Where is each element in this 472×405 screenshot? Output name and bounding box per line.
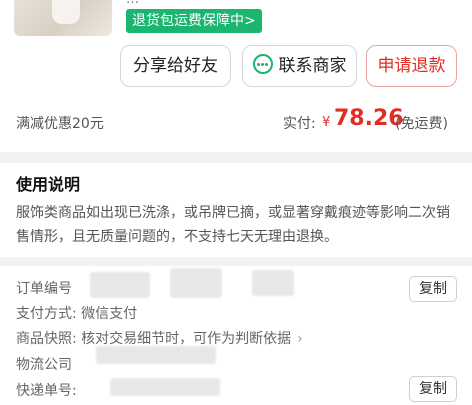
copy-order-number-button[interactable]: 复制 [409, 276, 457, 302]
snapshot-label: 商品快照: [16, 331, 77, 347]
copy-tracking-number-button[interactable]: 复制 [409, 376, 457, 402]
instructions-text: 服饰类商品如出现已洗涤，或吊牌已摘，或显著穿戴痕迹等影响二次销售情形，且无质量问… [16, 205, 450, 245]
apply-refund-button[interactable]: 申请退款 [366, 45, 457, 87]
payment-method-row: 支付方式: 微信支付 [16, 303, 137, 323]
logistics-company-label: 物流公司 [16, 357, 72, 373]
product-title[interactable]: … [126, 0, 139, 7]
freight-note: (免运费) [395, 116, 448, 132]
chevron-right-icon: › [297, 331, 303, 347]
usage-instructions-card: 使用说明 服饰类商品如出现已洗涤，或吊牌已摘，或显著穿戴痕迹等影响二次销售情形，… [0, 163, 472, 257]
order-number-redacted [252, 270, 294, 296]
instructions-title: 使用说明 [16, 175, 81, 194]
product-thumbnail[interactable] [14, 0, 112, 36]
order-number-label: 订单编号 [16, 281, 72, 297]
product-snapshot-row[interactable]: 商品快照: 核对交易细节时，可作为判断依据 › [16, 328, 303, 348]
contact-merchant-label: 联系商家 [278, 56, 347, 76]
currency-symbol: ¥ [322, 115, 331, 130]
chat-icon [252, 54, 273, 74]
contact-merchant-button[interactable]: 联系商家 [242, 45, 357, 87]
order-number-redacted [170, 268, 222, 298]
share-to-friend-button[interactable]: 分享给好友 [120, 45, 231, 87]
return-shipping-guarantee-badge[interactable]: 退货包运费保障中> [126, 9, 262, 33]
snapshot-value: 核对交易细节时，可作为判断依据 [81, 331, 292, 347]
order-number-redacted [90, 272, 150, 298]
logistics-company-redacted [96, 346, 216, 364]
payment-method-label: 支付方式: [16, 306, 77, 322]
discount-text: 满减优惠20元 [16, 116, 104, 132]
paid-amount: 78.26 [334, 106, 404, 131]
paid-label: 实付: [283, 116, 316, 132]
tracking-number-redacted [110, 378, 220, 396]
payment-method-value: 微信支付 [81, 306, 138, 322]
order-details-card: 订单编号 复制 支付方式: 微信支付 商品快照: 核对交易细节时，可作为判断依据… [0, 266, 472, 405]
order-summary-card: … 退货包运费保障中> 分享给好友 联系商家 申请退款 满减优惠20元 实付: … [0, 0, 472, 152]
tracking-number-label: 快递单号: [16, 383, 77, 399]
